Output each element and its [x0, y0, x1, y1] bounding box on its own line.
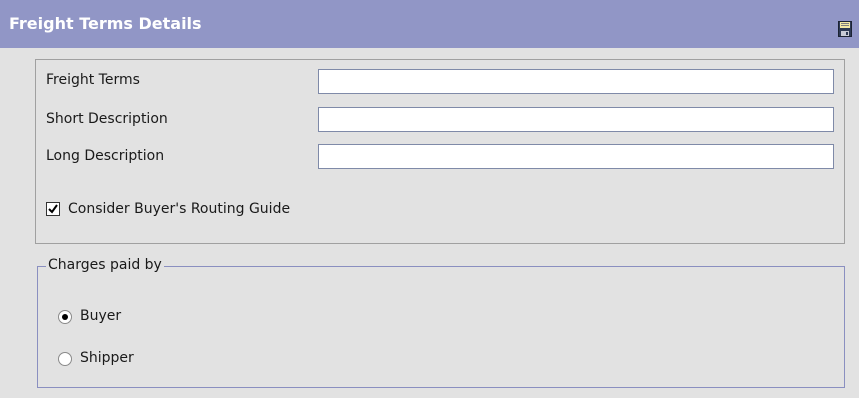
charges-paid-by-legend: Charges paid by [46, 257, 164, 273]
freight-terms-panel: Freight Terms Short Description Long Des… [35, 59, 845, 244]
radio-selected-dot [62, 314, 68, 320]
save-icon[interactable] [838, 21, 852, 37]
details-header: Freight Terms Details [0, 0, 859, 48]
checkmark-icon [48, 204, 58, 214]
buyer-radio-label: Buyer [80, 308, 122, 324]
long-description-label: Long Description [46, 148, 165, 164]
routing-guide-checkbox[interactable] [46, 202, 60, 216]
short-description-input[interactable] [318, 107, 834, 132]
shipper-radio-label: Shipper [80, 350, 134, 366]
freight-terms-label: Freight Terms [46, 72, 140, 88]
short-description-label: Short Description [46, 111, 168, 127]
routing-guide-label: Consider Buyer's Routing Guide [68, 201, 291, 217]
long-description-input[interactable] [318, 144, 834, 169]
buyer-radio[interactable] [58, 310, 72, 324]
charges-paid-by-group: Charges paid by Buyer Shipper [37, 257, 845, 388]
page-title: Freight Terms Details [9, 14, 202, 33]
shipper-radio[interactable] [58, 352, 72, 366]
freight-terms-input[interactable] [318, 69, 834, 94]
